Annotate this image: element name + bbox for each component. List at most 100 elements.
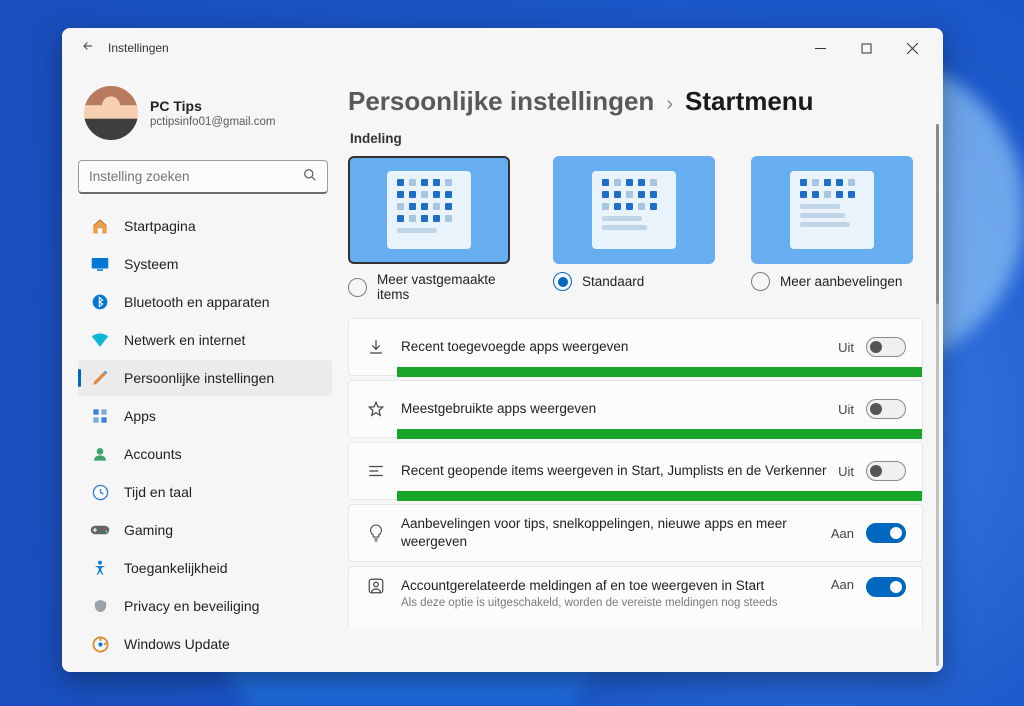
section-label-layout: Indeling — [350, 131, 923, 146]
chevron-right-icon: › — [666, 93, 673, 116]
settings-list: Recent toegevoegde apps weergeven Uit Me… — [348, 318, 923, 628]
setting-title: Aanbevelingen voor tips, snelkoppelingen… — [401, 515, 831, 550]
sidebar-item-label: Persoonlijke instellingen — [124, 370, 274, 386]
network-icon — [90, 330, 110, 350]
layout-option-label: Standaard — [582, 274, 644, 289]
setting-state: Uit — [838, 402, 854, 417]
sidebar-item-label: Tijd en taal — [124, 484, 192, 500]
sidebar-item-label: Startpagina — [124, 218, 196, 234]
setting-row: Recent toegevoegde apps weergeven Uit — [348, 318, 923, 376]
profile-email: pctipsinfo01@gmail.com — [150, 116, 275, 128]
layout-option[interactable]: Meer vastgemaakte items — [348, 156, 517, 302]
highlight-bar — [397, 491, 922, 501]
sidebar-item-accounts[interactable]: Accounts — [78, 436, 332, 472]
gaming-icon — [90, 520, 110, 540]
sidebar-item-update[interactable]: Windows Update — [78, 626, 332, 662]
scrollbar[interactable] — [936, 124, 939, 666]
sidebar-item-label: Netwerk en internet — [124, 332, 245, 348]
setting-title: Accountgerelateerde meldingen af en toe … — [401, 577, 831, 595]
sidebar-item-apps[interactable]: Apps — [78, 398, 332, 434]
back-button[interactable] — [74, 39, 102, 58]
sidebar-item-bluetooth[interactable]: Bluetooth en apparaten — [78, 284, 332, 320]
sidebar-item-accessibility[interactable]: Toegankelijkheid — [78, 550, 332, 586]
radio-button[interactable] — [553, 272, 572, 291]
sidebar-item-label: Apps — [124, 408, 156, 424]
setting-state: Uit — [838, 340, 854, 355]
avatar — [84, 86, 138, 140]
maximize-button[interactable] — [843, 33, 889, 63]
breadcrumb-current: Startmenu — [685, 86, 814, 117]
radio-button[interactable] — [751, 272, 770, 291]
setting-state: Uit — [838, 464, 854, 479]
privacy-icon — [90, 596, 110, 616]
toggle-switch[interactable] — [866, 399, 906, 419]
sidebar-item-gaming[interactable]: Gaming — [78, 512, 332, 548]
layout-option-label: Meer aanbevelingen — [780, 274, 902, 289]
toggle-switch[interactable] — [866, 577, 906, 597]
bulb-icon — [365, 523, 387, 543]
update-icon — [90, 634, 110, 654]
layout-thumbnail[interactable] — [348, 156, 510, 264]
setting-row: Aanbevelingen voor tips, snelkoppelingen… — [348, 504, 923, 562]
sidebar-item-label: Systeem — [124, 256, 178, 272]
sidebar-item-system[interactable]: Systeem — [78, 246, 332, 282]
setting-title: Recent toegevoegde apps weergeven — [401, 338, 838, 356]
setting-state: Aan — [831, 526, 854, 541]
layout-options-row: Meer vastgemaakte items Standaard Meer a… — [348, 156, 923, 302]
nav-list: Startpagina Systeem Bluetooth en apparaten… — [78, 208, 332, 662]
setting-title: Meestgebruikte apps weergeven — [401, 400, 838, 418]
accounts-icon — [90, 444, 110, 464]
toggle-switch[interactable] — [866, 337, 906, 357]
sidebar-item-home[interactable]: Startpagina — [78, 208, 332, 244]
highlight-bar — [397, 367, 922, 377]
time-icon — [90, 482, 110, 502]
setting-subtitle: Als deze optie is uitgeschakeld, worden … — [401, 597, 831, 609]
sidebar-item-label: Bluetooth en apparaten — [124, 294, 270, 310]
account-icon — [365, 577, 387, 595]
main-content: Persoonlijke instellingen › Startmenu In… — [340, 68, 943, 672]
setting-state: Aan — [831, 577, 854, 592]
toggle-switch[interactable] — [866, 523, 906, 543]
search-box[interactable] — [78, 160, 328, 194]
star-icon — [365, 400, 387, 418]
breadcrumb: Persoonlijke instellingen › Startmenu — [348, 86, 923, 117]
personalize-icon — [90, 368, 110, 388]
profile-block[interactable]: PC Tips pctipsinfo01@gmail.com — [78, 76, 332, 154]
home-icon — [90, 216, 110, 236]
search-icon — [303, 168, 317, 185]
radio-button[interactable] — [348, 278, 367, 297]
download-icon — [365, 338, 387, 356]
sidebar-item-network[interactable]: Netwerk en internet — [78, 322, 332, 358]
layout-option-label: Meer vastgemaakte items — [377, 272, 517, 302]
search-input[interactable] — [89, 169, 303, 184]
sidebar-item-label: Privacy en beveiliging — [124, 598, 259, 614]
sidebar-item-personalize[interactable]: Persoonlijke instellingen — [78, 360, 332, 396]
accessibility-icon — [90, 558, 110, 578]
layout-thumbnail[interactable] — [751, 156, 913, 264]
minimize-button[interactable] — [797, 33, 843, 63]
layout-option[interactable]: Standaard — [553, 156, 715, 302]
layout-option[interactable]: Meer aanbevelingen — [751, 156, 913, 302]
settings-window: Instellingen PC Tips pctipsinfo01@gmail.… — [62, 28, 943, 672]
sidebar-item-label: Gaming — [124, 522, 173, 538]
setting-row: Accountgerelateerde meldingen af en toe … — [348, 566, 923, 628]
sidebar-item-time[interactable]: Tijd en taal — [78, 474, 332, 510]
profile-name: PC Tips — [150, 98, 275, 114]
setting-title: Recent geopende items weergeven in Start… — [401, 462, 838, 480]
bluetooth-icon — [90, 292, 110, 312]
sidebar-item-privacy[interactable]: Privacy en beveiliging — [78, 588, 332, 624]
setting-row: Meestgebruikte apps weergeven Uit — [348, 380, 923, 438]
apps-icon — [90, 406, 110, 426]
system-icon — [90, 254, 110, 274]
list-icon — [365, 464, 387, 478]
breadcrumb-parent[interactable]: Persoonlijke instellingen — [348, 86, 654, 117]
sidebar-item-label: Toegankelijkheid — [124, 560, 228, 576]
layout-thumbnail[interactable] — [553, 156, 715, 264]
sidebar-item-label: Accounts — [124, 446, 182, 462]
highlight-bar — [397, 429, 922, 439]
sidebar: PC Tips pctipsinfo01@gmail.com Startpagi… — [62, 68, 340, 672]
close-button[interactable] — [889, 33, 935, 63]
titlebar: Instellingen — [62, 28, 943, 68]
toggle-switch[interactable] — [866, 461, 906, 481]
window-title: Instellingen — [108, 41, 169, 55]
